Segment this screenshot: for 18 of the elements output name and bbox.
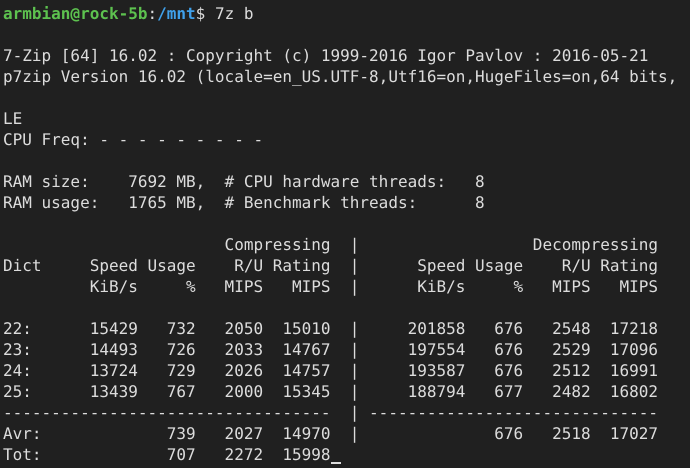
terminal-line: Compressing | Decompressing [224, 234, 658, 255]
terminal-line: LE [3, 108, 22, 129]
terminal-line: Tot: 707 2272 15998 [3, 444, 331, 465]
terminal-line: 22: 15429 732 2050 15010 | 201858 676 2548 17218 [3, 318, 658, 339]
shell-prompt: armbian@rock-5b:/mnt$ 7z b [3, 3, 254, 24]
cursor [330, 462, 341, 464]
terminal-line: 25: 13439 767 2000 15345 | 188794 677 2482 16802 [3, 381, 658, 402]
terminal-line: 23: 14493 726 2033 14767 | 197554 676 2529 17096 [3, 339, 658, 360]
terminal-line: p7zip Version 16.02 (locale=en_US.UTF-8,Utf16=on,HugeFiles=on,64 bits, [3, 66, 678, 87]
terminal-line: KiB/s % MIPS MIPS | KiB/s % MIPS MIPS [88, 276, 658, 297]
terminal-line: Dict Speed Usage R/U Rating | Speed Usage R/U Rating [3, 255, 658, 276]
terminal-line: ---------------------------------- | ------------------------------ [3, 402, 658, 423]
terminal-line: 7-Zip [64] 16.02 : Copyright (c) 1999-2016 Igor Pavlov : 2016-05-21 [3, 45, 648, 66]
terminal-line: RAM usage: 1765 MB, # Benchmark threads: 8 [3, 192, 485, 213]
terminal-line: CPU Freq: - - - - - - - - - [3, 129, 264, 150]
terminal-line: RAM size: 7692 MB, # CPU hardware threads: 8 [3, 171, 485, 192]
terminal-line: Avr: 739 2027 14970 | 676 2518 17027 [3, 423, 658, 444]
terminal-line: 24: 13724 729 2026 14757 | 193587 676 2512 16991 [3, 360, 658, 381]
